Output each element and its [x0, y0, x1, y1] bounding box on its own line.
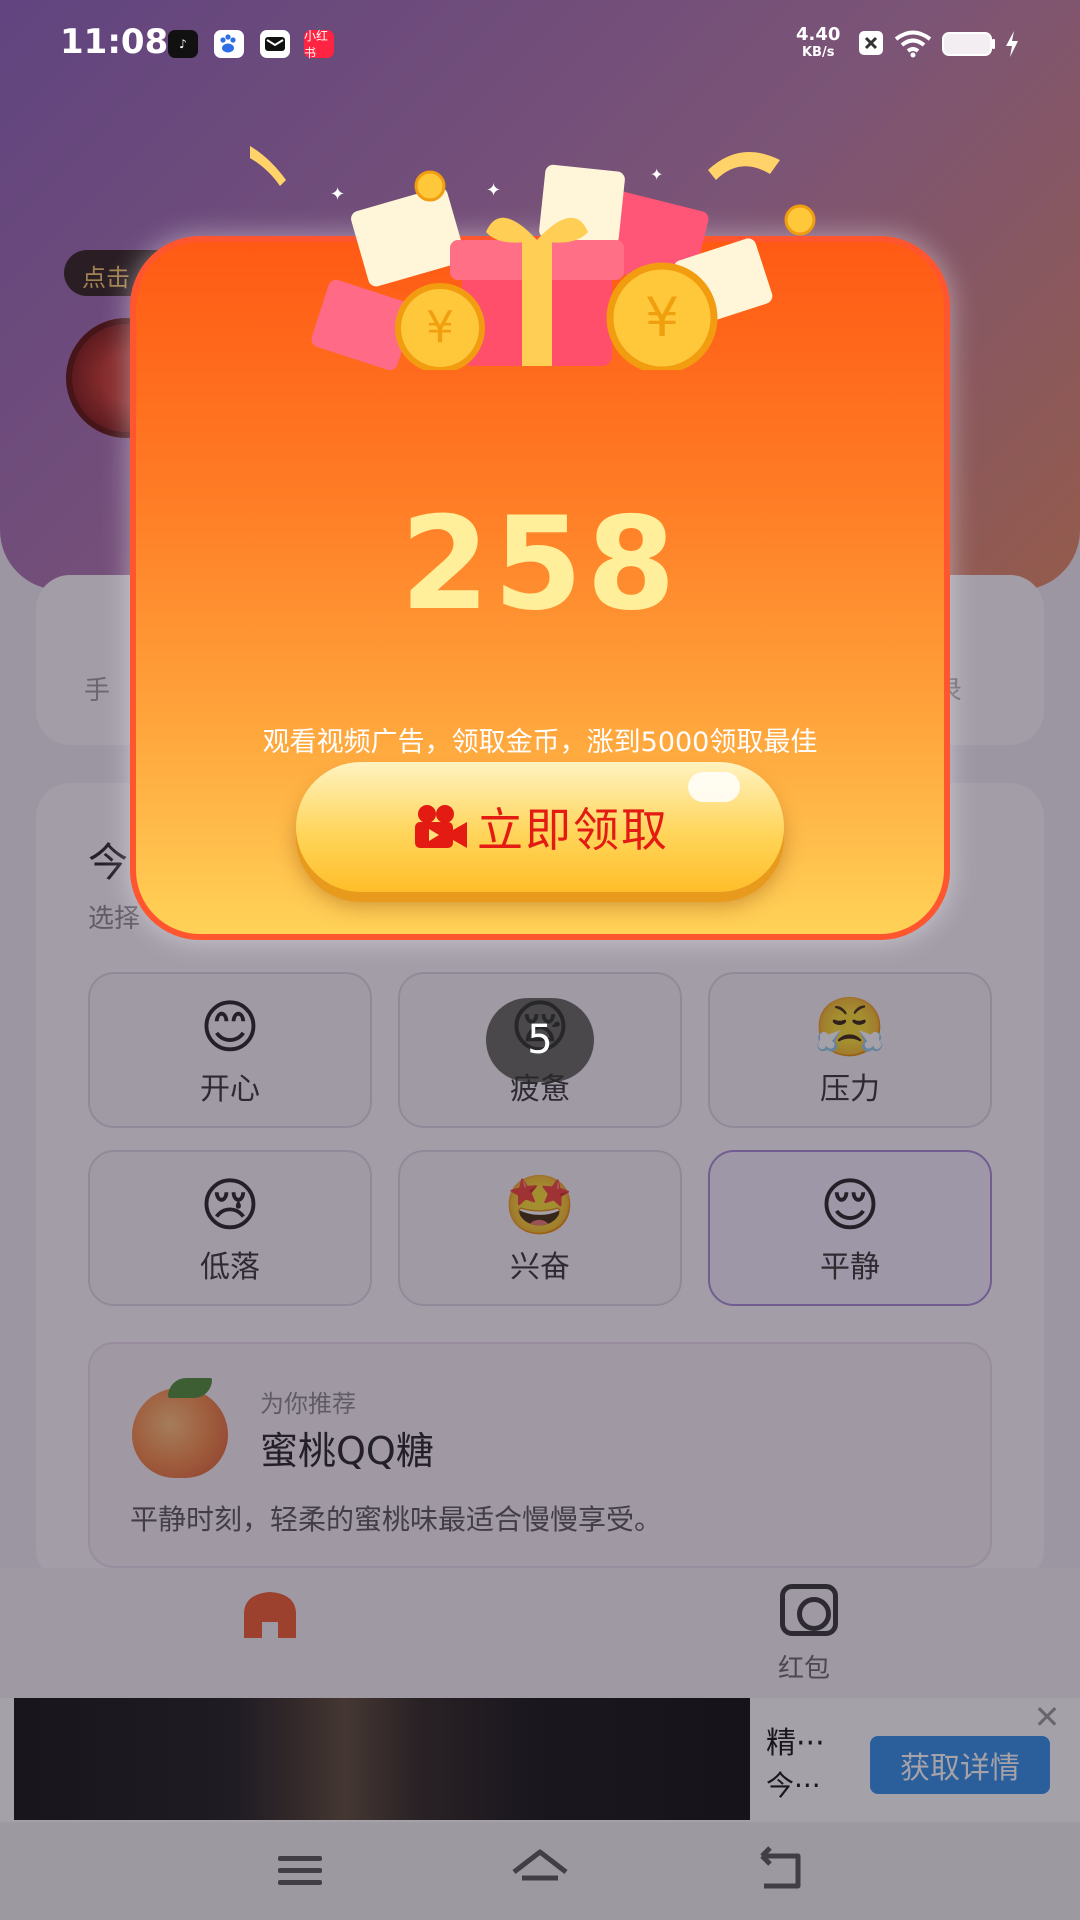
battery-icon: [942, 32, 995, 56]
claim-now-label: 立即领取: [477, 803, 669, 857]
network-speed-unit: KB/s: [801, 45, 835, 60]
svg-text:✦: ✦: [650, 165, 663, 184]
reward-amount: 258: [400, 490, 680, 639]
clock: 11:08: [60, 22, 169, 62]
svg-text:¥: ¥: [426, 302, 454, 353]
no-sim-icon: [859, 31, 883, 55]
network-speed: 4.40 KB/s: [796, 26, 840, 62]
svg-text:✦: ✦: [486, 180, 501, 201]
svg-text:✦: ✦: [330, 184, 345, 205]
baidu-icon: [214, 30, 244, 58]
reward-instruction: 观看视频广告，领取金币，涨到5000领取最佳: [262, 727, 818, 758]
network-speed-value: 4.40: [796, 24, 841, 45]
svg-text:¥: ¥: [645, 286, 679, 349]
mail-icon: [260, 30, 290, 58]
tiktok-icon: ♪: [168, 30, 198, 58]
gift-box-icon: ¥ ¥ ✦ ✦ ✦: [250, 146, 816, 370]
video-camera-icon: [415, 805, 467, 848]
countdown-timer: 5: [486, 998, 594, 1082]
xiaohongshu-icon: 小红书: [304, 29, 334, 60]
charging-icon: [1006, 31, 1018, 57]
claim-now-button[interactable]: 立即领取: [296, 762, 784, 892]
wifi-icon: [894, 30, 932, 58]
button-shine: [688, 772, 740, 802]
status-bar: 11:08 ♪ 小红书 4.40 KB/s: [0, 0, 1080, 86]
